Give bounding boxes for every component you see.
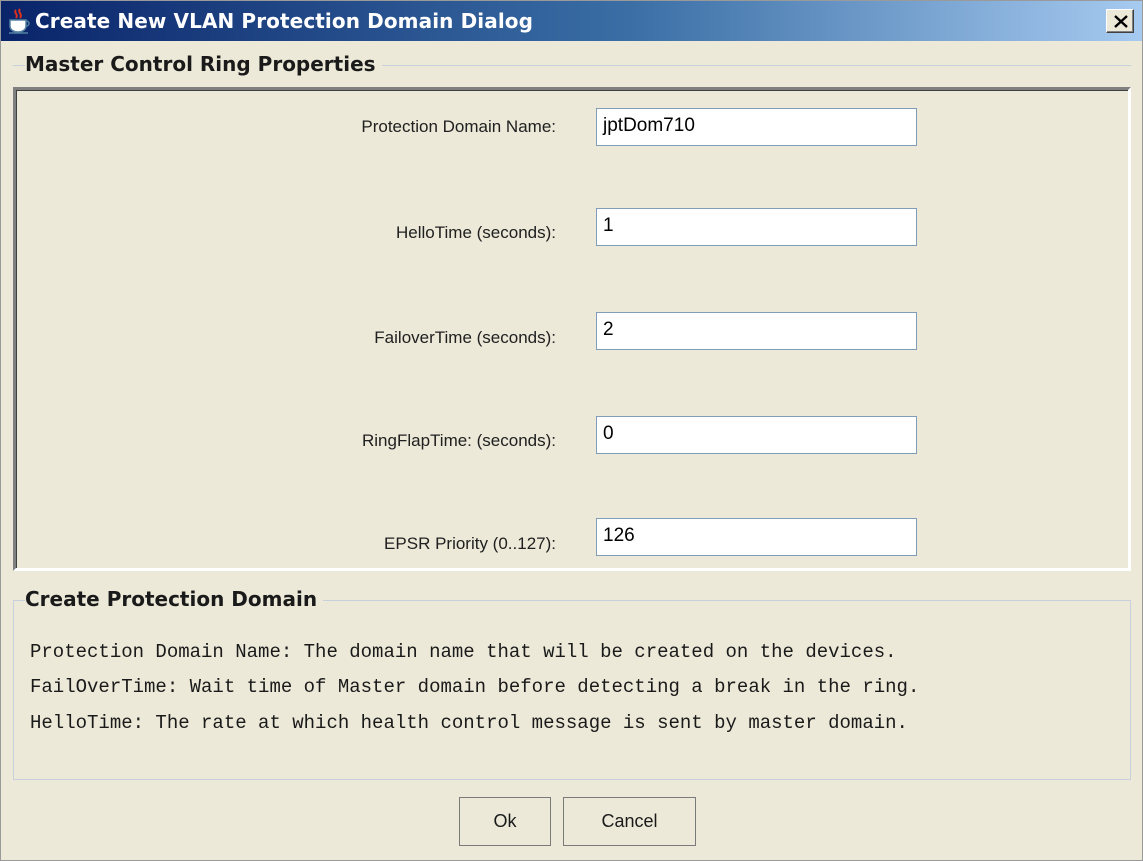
java-cup-icon [7,8,31,34]
failover-time-input[interactable]: 2 [596,312,917,350]
epsr-priority-label: EPSR Priority (0..127): [384,534,556,553]
protection-domain-name-label: Protection Domain Name: [361,117,556,136]
ok-button[interactable]: Ok [459,797,551,846]
epsr-priority-input[interactable]: 126 [596,518,917,556]
dialog-window: Create New VLAN Protection Domain Dialog… [0,0,1143,861]
create-group-title: Create Protection Domain [25,587,324,611]
description-line: FailOverTime: Wait time of Master domain… [30,676,920,698]
title-bar[interactable]: Create New VLAN Protection Domain Dialog [1,1,1142,41]
protection-domain-name-input[interactable]: jptDom710 [596,108,917,146]
ring-flap-time-label: RingFlapTime: (seconds): [362,431,556,450]
properties-panel: Protection Domain Name: jptDom710 HelloT… [13,87,1131,571]
cancel-button[interactable]: Cancel [563,797,696,846]
hello-time-input[interactable]: 1 [596,208,917,246]
hello-time-label: HelloTime (seconds): [396,223,556,242]
close-button[interactable] [1106,9,1134,33]
description-line: HelloTime: The rate at which health cont… [30,712,908,734]
window-title: Create New VLAN Protection Domain Dialog [35,9,534,33]
description-line: Protection Domain Name: The domain name … [30,641,897,663]
master-group-title: Master Control Ring Properties [25,52,382,76]
failover-time-label: FailoverTime (seconds): [374,328,556,347]
ring-flap-time-input[interactable]: 0 [596,416,917,454]
close-icon [1114,15,1128,28]
